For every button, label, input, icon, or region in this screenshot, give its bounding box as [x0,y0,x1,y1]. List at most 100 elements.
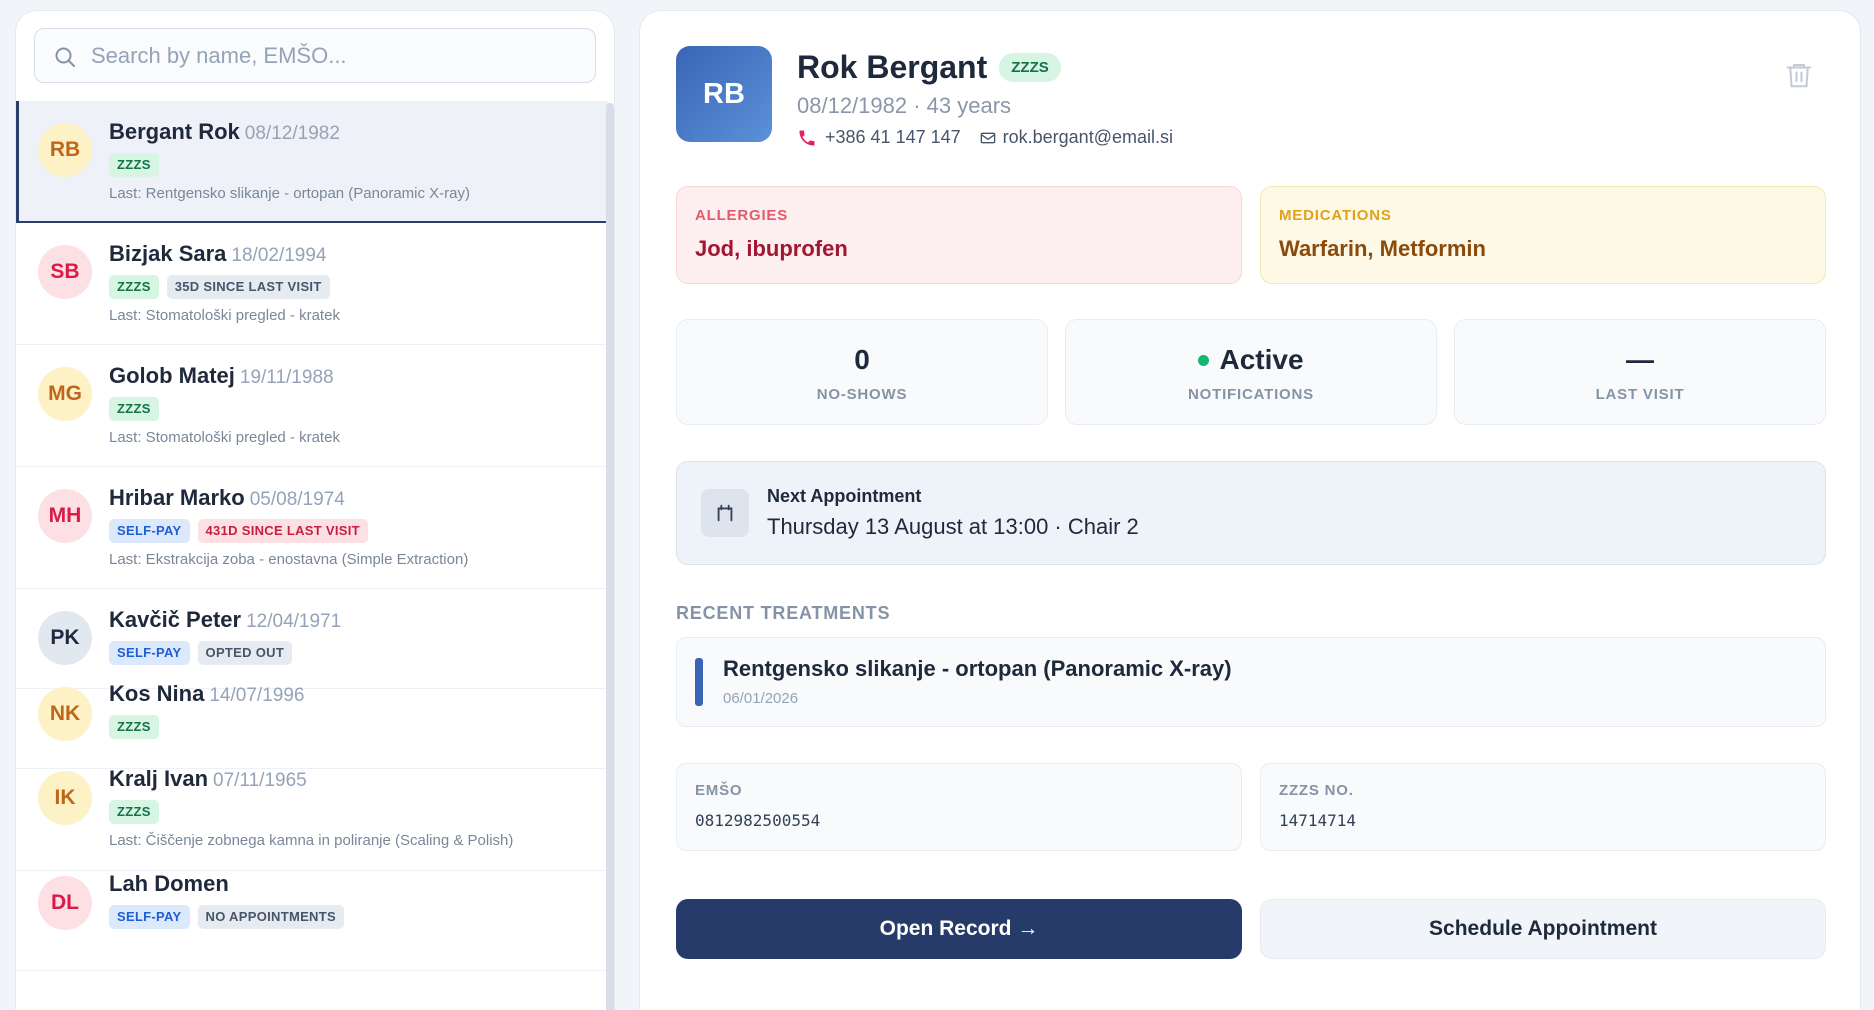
recent-treatments-title: RECENT TREATMENTS [676,603,891,623]
insurance-badge: ZZZS [109,397,159,421]
patient-name: Golob Matej [109,363,235,388]
allergies-card: ALLERGIES Jod, ibuprofen [676,186,1242,284]
insurance-badge: ZZZS [109,800,159,824]
stat-label: NOTIFICATIONS [1188,386,1314,403]
email-address: rok.bergant@email.si [1002,127,1173,147]
patient-item-bergant-rok[interactable]: RB Bergant Rok 08/12/1982 ZZZS Last: Rent… [16,101,608,223]
treatment-date: 06/01/2026 [723,690,799,707]
patient-dob: 14/07/1996 [209,685,305,706]
status-dot [1198,354,1210,366]
patient-name-title: Rok Bergant [797,49,988,85]
allergies-label: ALLERGIES [695,207,789,224]
patient-dob: 07/11/1965 [213,770,307,791]
patient-dob-age: 08/12/1982 · 43 years [797,93,1012,118]
stat-value: 0 [854,344,870,375]
appointment-badge: NO APPOINTMENTS [197,905,344,929]
trash-icon[interactable] [1784,59,1814,91]
stat-last-visit: — LAST VISIT [1454,319,1826,425]
patient-item-hribar-marko[interactable]: MH Hribar Marko 05/08/1974 SELF-PAY 431D S… [16,467,608,589]
notification-badge: OPTED OUT [197,641,293,665]
search-input[interactable] [91,29,581,82]
zzzs-card: ZZZS NO. 14714714 [1260,763,1826,851]
stat-value: — [1626,344,1654,375]
next-appointment-label: Next Appointment [767,486,922,506]
medications-label: MEDICATIONS [1279,207,1392,224]
next-appointment-card[interactable]: Next Appointment Thursday 13 August at 1… [676,461,1826,565]
patient-name: Kralj Ivan [109,766,209,791]
avatar: PK [38,611,92,665]
zzzs-value: 14714714 [1279,811,1357,830]
phone-number: +386 41 147 147 [825,127,961,147]
emso-card: EMŠO 0812982500554 [676,763,1242,851]
last-treatment: Last: Rentgensko slikanje - ortopan (Pan… [109,185,470,202]
avatar: MG [38,367,92,421]
avatar: IK [38,771,92,825]
patient-item-kralj-ivan[interactable]: IK Kralj Ivan 07/11/1965 ZZZS Last: Čišče… [16,766,608,871]
open-record-button[interactable]: Open Record → [676,899,1242,959]
avatar: MH [38,489,92,543]
visit-badge: 35D SINCE LAST VISIT [166,275,330,299]
email-link[interactable]: rok.bergant@email.si [961,127,1173,148]
search-icon [55,47,75,67]
patient-name: Kavčič Peter [109,607,242,632]
patient-name: Hribar Marko [109,485,245,510]
patient-dob: 18/02/1994 [231,245,327,266]
insurance-badge: SELF-PAY [109,519,190,543]
patient-list: RB Bergant Rok 08/12/1982 ZZZS Last: Rent… [16,101,608,971]
phone-link[interactable]: +386 41 147 147 [797,127,961,148]
mail-icon [980,132,995,143]
insurance-badge: SELF-PAY [109,641,190,665]
emso-label: EMŠO [695,782,743,799]
next-appointment-value: Thursday 13 August at 13:00 · Chair 2 [767,514,1139,539]
patient-item-kos-nina[interactable]: NK Kos Nina 14/07/1996 ZZZS [16,681,608,769]
patient-list-panel: RB Bergant Rok08/12/1982 ZZZS Last: Rent… [15,10,615,1010]
insurance-badge: ZZZS [109,715,159,739]
patient-item-bizjak-sara[interactable]: SB Bizjak Sara 18/02/1994 ZZZS 35D SINCE L… [16,223,608,345]
patient-dob: 12/04/1971 [246,611,342,632]
calendar-icon-box [701,489,749,537]
patient-name: Bergant Rok [109,119,240,144]
patient-dob: 08/12/1982 [244,123,340,144]
calendar-icon [717,504,733,522]
patient-name: Lah Domen [109,871,229,896]
stat-no-shows: 0 NO-SHOWS [676,319,1048,425]
patient-detail-panel: RB Rok Bergant ZZZS 08/12/1982 · 43 year… [639,10,1861,1010]
avatar: SB [38,245,92,299]
treatment-item[interactable]: Rentgensko slikanje - ortopan (Panoramic… [676,637,1826,727]
patient-name: Kos Nina [109,681,205,706]
scrollbar[interactable] [606,103,614,1010]
schedule-appointment-button[interactable]: Schedule Appointment [1260,899,1826,959]
last-treatment: Last: Čiščenje zobnega kamna in poliranj… [109,832,514,849]
last-treatment: Last: Stomatološki pregled - kratek [109,429,340,446]
insurance-badge: ZZZS [109,153,159,177]
insurance-badge: ZZZS [109,275,159,299]
insurance-badge: ZZZS [999,53,1061,82]
stat-label: LAST VISIT [1595,386,1685,403]
patient-dob: 05/08/1974 [249,489,345,510]
phone-icon [799,130,815,145]
patient-avatar: RB [676,46,772,142]
stat-value: Active [1219,344,1304,375]
patient-item-lah-domen[interactable]: DL Lah Domen SELF-PAY NO APPOINTMENTS [16,871,608,971]
patient-item-golob-matej[interactable]: MG Golob Matej 19/11/1988 ZZZS Last: Stom… [16,345,608,467]
last-treatment: Last: Ekstrakcija zoba - enostavna (Simp… [109,551,469,568]
medications-value: Warfarin, Metformin [1279,236,1486,261]
stat-label: NO-SHOWS [816,386,908,403]
patient-dob: 19/11/1988 [239,367,334,388]
last-treatment: Last: Stomatološki pregled - kratek [109,307,340,324]
visit-badge: 431D SINCE LAST VISIT [197,519,368,543]
patient-name: Bizjak Sara [109,241,227,266]
search-box[interactable] [34,28,596,83]
treatment-accent-bar [695,658,703,706]
zzzs-label: ZZZS NO. [1279,782,1354,799]
allergies-value: Jod, ibuprofen [695,236,848,261]
stat-notifications: Active NOTIFICATIONS [1065,319,1437,425]
insurance-badge: SELF-PAY [109,905,190,929]
medications-card: MEDICATIONS Warfarin, Metformin [1260,186,1826,284]
emso-value: 0812982500554 [695,811,821,830]
patient-item-kavcic-peter[interactable]: PK Kavčič Peter 12/04/1971 SELF-PAY OPTED … [16,589,608,689]
avatar: DL [38,876,92,930]
avatar: NK [38,687,92,741]
treatment-name: Rentgensko slikanje - ortopan (Panoramic… [723,656,1232,681]
avatar: RB [38,123,92,177]
